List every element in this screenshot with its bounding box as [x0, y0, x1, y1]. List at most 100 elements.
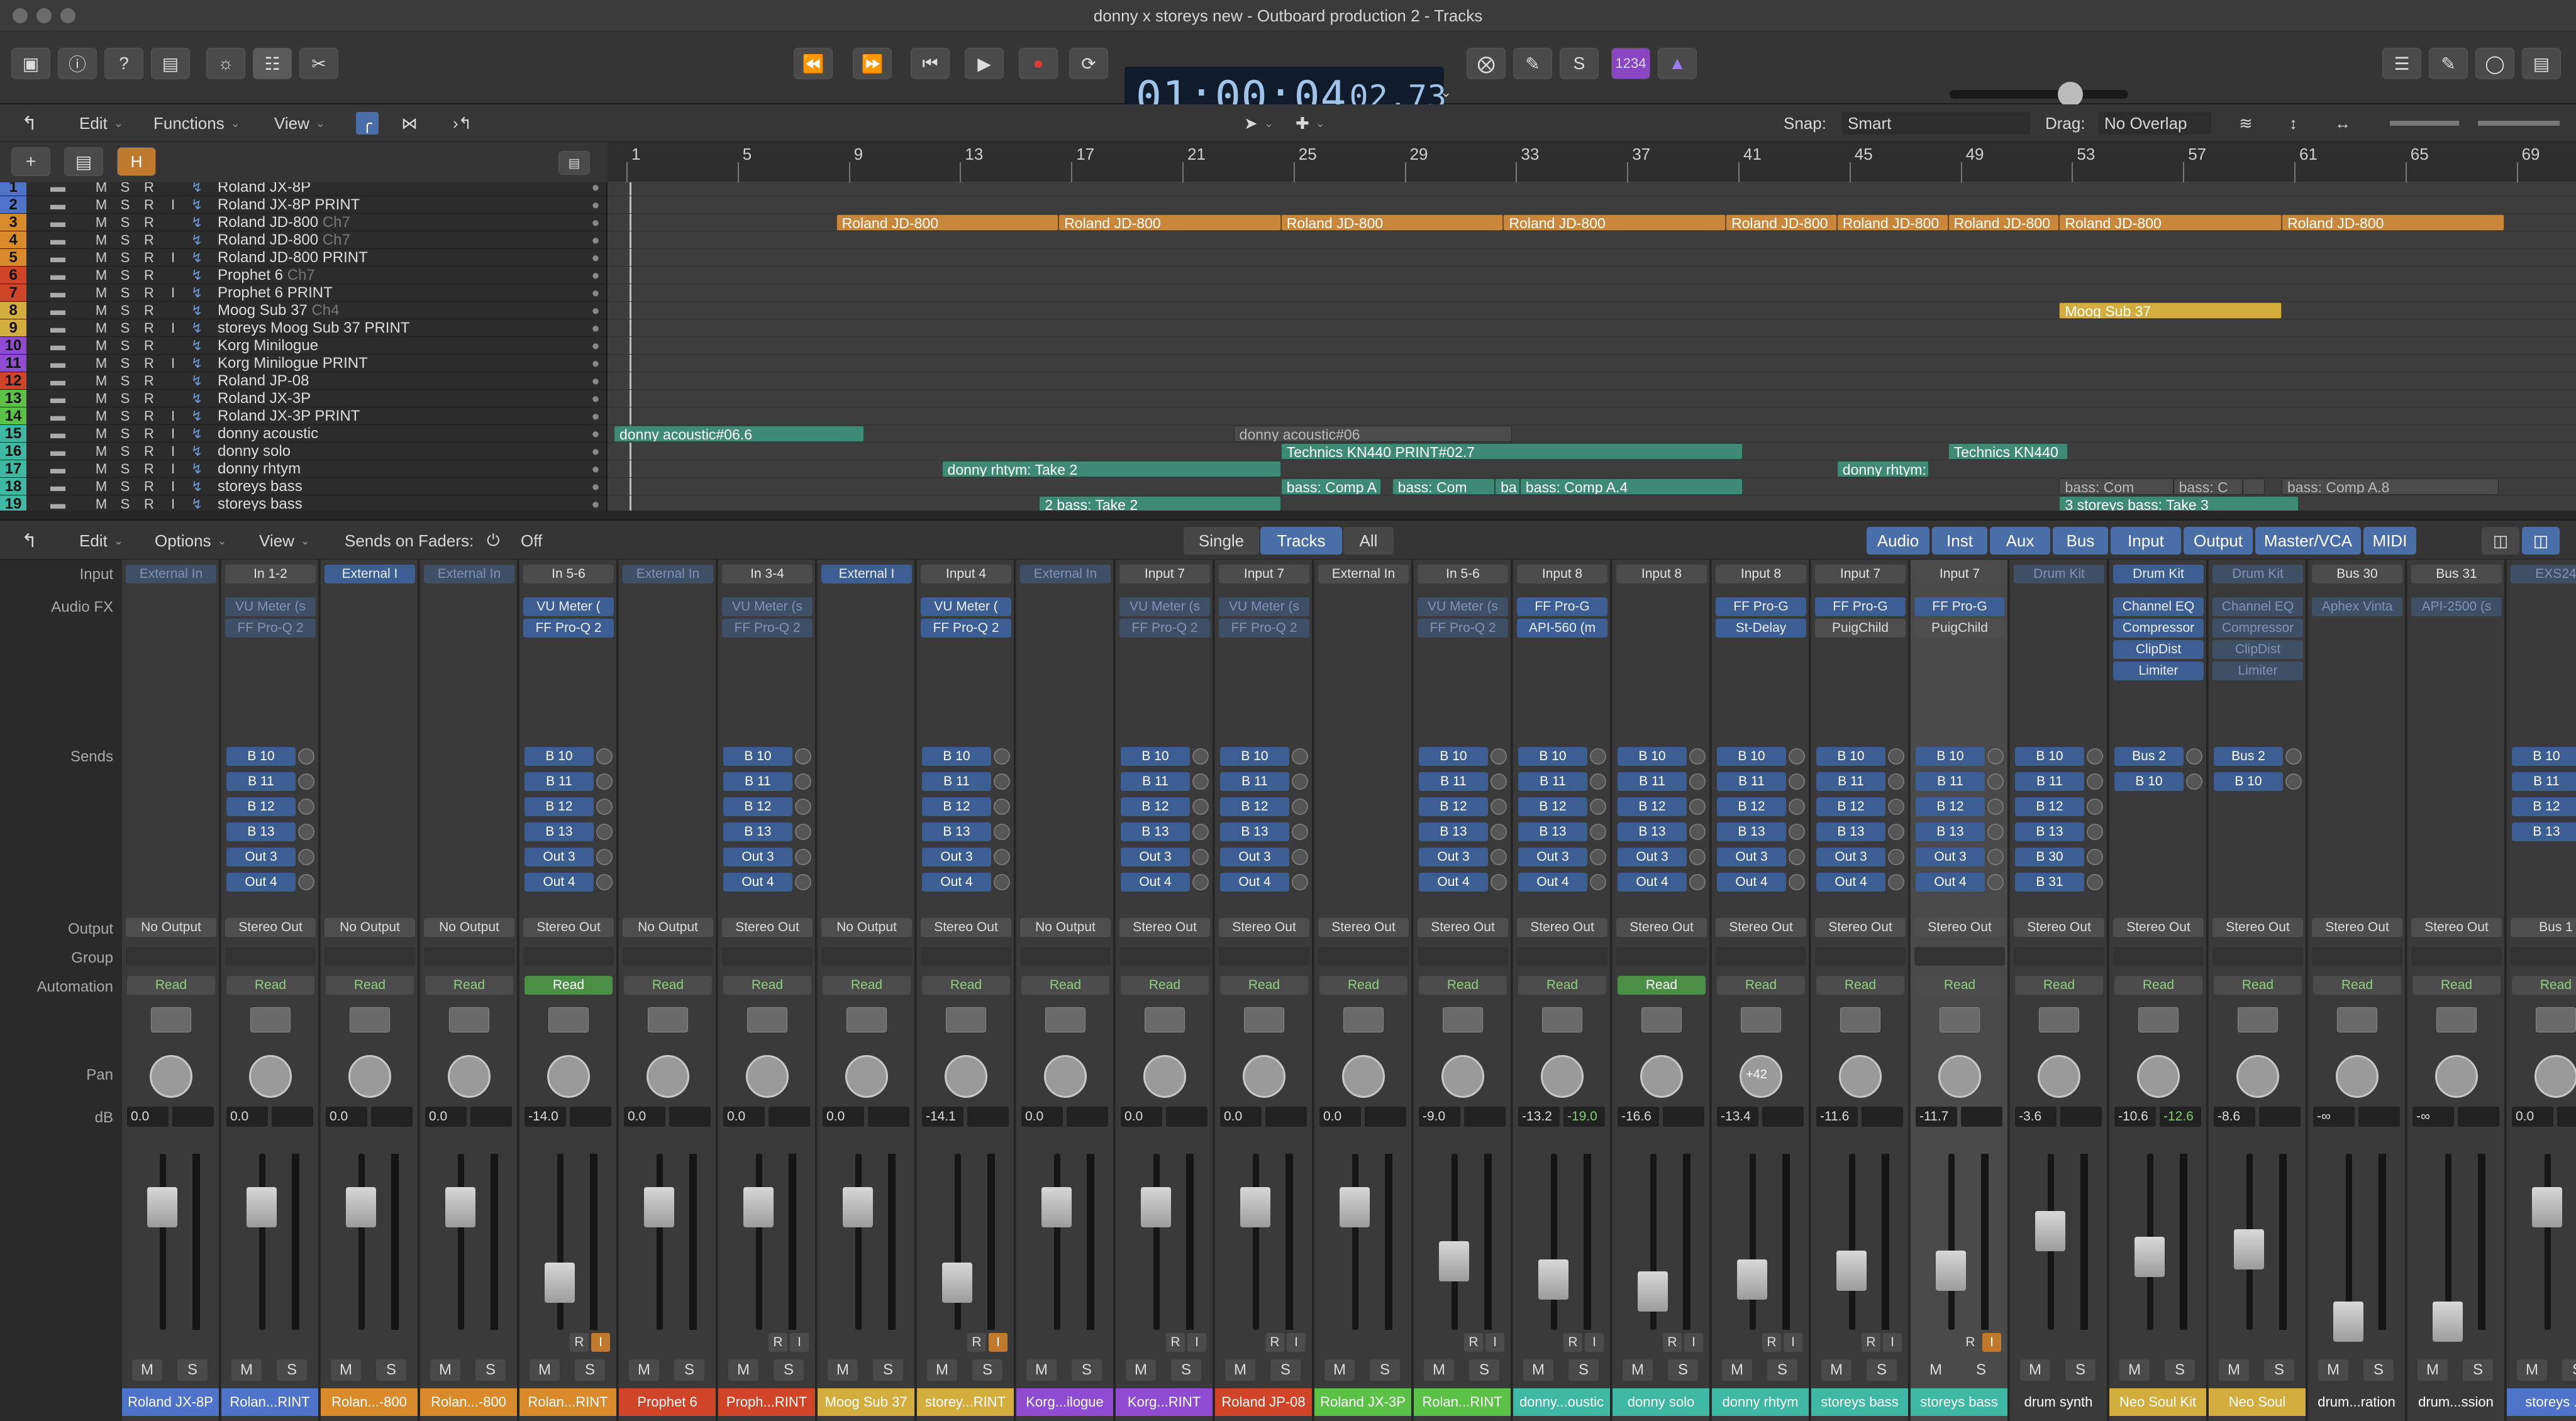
input-slot[interactable]: Input 7 — [1219, 565, 1309, 583]
plugin-slot[interactable]: FF Pro-G — [1517, 597, 1607, 616]
channel-name[interactable]: donny...oustic — [1513, 1388, 1610, 1416]
volume-fader-track[interactable] — [1153, 1154, 1160, 1330]
send-slot[interactable]: Bus 2 — [2214, 747, 2283, 766]
send-slot[interactable]: B 12 — [2512, 797, 2576, 816]
volume-db-value[interactable]: -14.0 — [525, 1107, 566, 1127]
solo-button[interactable]: S — [1668, 1359, 1698, 1381]
solo-button[interactable]: S — [113, 355, 137, 372]
automation-mode-button[interactable]: Read — [2015, 976, 2103, 995]
arrange-area[interactable]: Roland JD-800 Roland JD-800 Roland JD-800 R… — [608, 182, 2576, 511]
mixer-back-arrow-icon[interactable]: ↰ — [21, 529, 37, 552]
volume-fader-cap[interactable] — [147, 1186, 177, 1227]
pan-knob[interactable] — [1640, 1055, 1683, 1098]
input-monitor-button[interactable]: I — [161, 285, 185, 301]
send-level-knob[interactable] — [596, 849, 613, 865]
output-slot[interactable]: Stereo Out — [2113, 918, 2204, 937]
input-slot[interactable]: Input 7 — [1914, 565, 2005, 583]
send-level-knob[interactable] — [1192, 849, 1209, 865]
send-level-knob[interactable] — [596, 799, 613, 815]
send-slot[interactable]: Out 3 — [922, 848, 991, 866]
send-slot[interactable]: B 11 — [922, 772, 991, 791]
edit-menu[interactable]: Edit ⌄ — [79, 112, 123, 135]
record-enable-button[interactable]: R — [137, 390, 161, 407]
input-slot[interactable]: In 3-4 — [722, 565, 813, 583]
master-volume-slider[interactable] — [1950, 90, 2128, 99]
automation-mode-button[interactable]: Read — [2512, 976, 2576, 995]
volume-fader-track[interactable] — [1849, 1154, 1855, 1330]
send-level-knob[interactable] — [1789, 824, 1805, 840]
send-level-knob[interactable] — [596, 773, 613, 790]
solo-button[interactable]: S — [2165, 1359, 2195, 1381]
send-slot[interactable]: B 12 — [1816, 797, 1885, 816]
solo-button[interactable]: S — [113, 373, 137, 389]
record-enable-button[interactable]: R — [967, 1333, 986, 1352]
pan-knob[interactable] — [2336, 1055, 2379, 1098]
input-monitor-button[interactable]: I — [161, 320, 185, 336]
solo-button[interactable]: S — [113, 232, 137, 248]
volume-fader-track[interactable] — [358, 1154, 365, 1330]
send-level-knob[interactable] — [1590, 748, 1606, 765]
browsers-icon[interactable]: ▤ — [2522, 48, 2561, 79]
secondary-tool-icon[interactable]: ✚ ⌄ — [1296, 112, 1325, 135]
send-level-knob[interactable] — [1192, 773, 1209, 790]
region[interactable]: donny acoustic#06.6 — [614, 426, 864, 442]
mute-button[interactable]: M — [1623, 1359, 1653, 1381]
send-slot[interactable]: Out 3 — [1121, 848, 1190, 866]
volume-db-value[interactable]: -8.6 — [2214, 1107, 2255, 1127]
narrow-strips-icon[interactable]: ◫ — [2482, 527, 2519, 555]
record-enable-button[interactable]: R — [1563, 1333, 1582, 1352]
mute-button[interactable]: M — [89, 390, 113, 407]
input-monitor-button[interactable]: I — [1287, 1333, 1306, 1352]
volume-db-value[interactable]: -11.7 — [1916, 1107, 1957, 1127]
record-enable-button[interactable]: R — [137, 285, 161, 301]
group-slot[interactable] — [1418, 947, 1508, 966]
volume-db-value[interactable]: 0.0 — [1021, 1107, 1063, 1127]
instrument-icon[interactable] — [847, 1007, 887, 1032]
send-level-knob[interactable] — [1987, 748, 2004, 765]
output-slot[interactable]: Stereo Out — [1418, 918, 1508, 937]
input-monitor-button[interactable]: I — [1784, 1333, 1802, 1352]
plugin-slot[interactable]: FF Pro-Q 2 — [1119, 619, 1210, 638]
instrument-icon[interactable] — [1940, 1007, 1980, 1032]
solo-button[interactable]: S — [575, 1359, 605, 1381]
channel-name[interactable]: donny rhtym — [1712, 1388, 1809, 1416]
send-slot[interactable]: Out 4 — [525, 873, 594, 892]
record-enable-button[interactable]: R — [769, 1333, 787, 1352]
send-slot[interactable]: B 10 — [226, 747, 296, 766]
send-level-knob[interactable] — [2285, 748, 2302, 765]
mute-button[interactable]: M — [132, 1359, 162, 1381]
mute-button[interactable]: M — [89, 373, 113, 389]
volume-fader-cap[interactable] — [2433, 1302, 2463, 1342]
mute-button[interactable]: M — [89, 197, 113, 213]
track-on-off-icon[interactable]: ● — [584, 478, 606, 495]
automation-icon[interactable]: ↯ — [185, 443, 209, 460]
send-slot[interactable]: B 11 — [1916, 772, 1985, 791]
solo-button[interactable]: S — [1966, 1359, 1996, 1381]
track-on-off-icon[interactable]: ● — [584, 390, 606, 407]
input-slot[interactable]: Drum Kit — [2212, 565, 2303, 583]
automation-mode-button[interactable]: Read — [1518, 976, 1606, 995]
plugin-slot[interactable]: VU Meter (s — [722, 597, 813, 616]
tuner-icon[interactable]: ✎ — [1513, 48, 1552, 79]
send-slot[interactable]: Out 3 — [1419, 848, 1488, 866]
record-enable-button[interactable]: R — [137, 426, 161, 442]
track-on-off-icon[interactable]: ● — [584, 285, 606, 301]
send-slot[interactable]: Out 3 — [1717, 848, 1786, 866]
track-on-off-icon[interactable]: ● — [584, 232, 606, 248]
send-level-knob[interactable] — [795, 849, 811, 865]
record-enable-button[interactable]: R — [137, 496, 161, 511]
volume-fader-track[interactable] — [2545, 1154, 2551, 1330]
volume-db-value[interactable]: -16.6 — [1618, 1107, 1659, 1127]
send-level-knob[interactable] — [2087, 874, 2103, 890]
instrument-icon[interactable] — [548, 1007, 589, 1032]
automation-mode-button[interactable]: Read — [127, 976, 215, 995]
volume-fader-cap[interactable] — [2234, 1229, 2264, 1269]
mute-button[interactable]: M — [629, 1359, 659, 1381]
volume-fader-cap[interactable] — [346, 1186, 376, 1227]
send-level-knob[interactable] — [2186, 748, 2202, 765]
automation-mode-button[interactable]: Read — [1916, 976, 2004, 995]
group-slot[interactable] — [126, 947, 216, 966]
track-on-off-icon[interactable]: ● — [584, 214, 606, 231]
send-slot[interactable]: B 11 — [1121, 772, 1190, 791]
track-lane[interactable] — [608, 267, 2576, 284]
